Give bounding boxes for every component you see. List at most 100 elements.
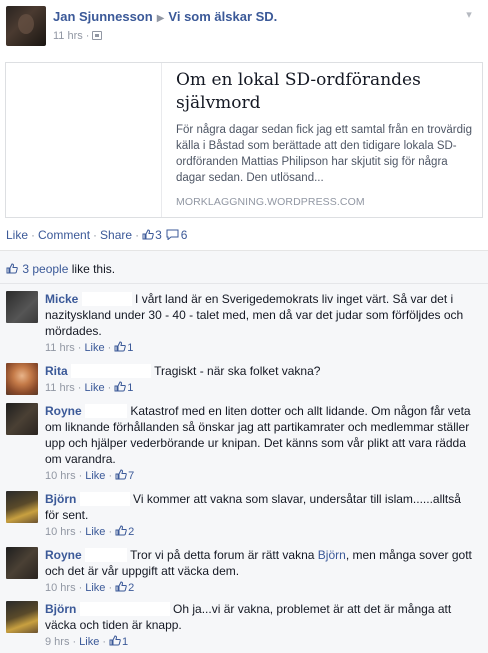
comment-text: Royne Tror vi på detta forum är rätt vak… — [45, 547, 477, 579]
comment-count[interactable]: 6 — [181, 228, 188, 242]
tagged-user-link[interactable]: Björn — [318, 548, 346, 562]
commenter-name[interactable]: Micke — [45, 292, 78, 306]
post-header: Jan Sjunnesson ▶ Vi som älskar SD. 11 hrs ·… — [0, 0, 488, 52]
likes-suffix: like this. — [71, 262, 116, 276]
comment-time[interactable]: 11 hrs — [45, 382, 75, 394]
redaction-box — [81, 292, 132, 306]
link-preview-card[interactable]: Om en lokal SD-ordförandes självmord För… — [5, 62, 483, 218]
commenter-avatar[interactable] — [6, 547, 38, 579]
comment-meta: 10 hrs · Like · 2 — [45, 581, 134, 594]
comment-like-count[interactable]: 7 — [128, 470, 134, 482]
dot-separator: · — [135, 228, 140, 242]
comment-like-button[interactable]: Like — [85, 526, 105, 538]
comment-time[interactable]: 9 hrs — [45, 636, 69, 648]
link-body: Om en lokal SD-ordförandes självmord För… — [176, 69, 476, 208]
link-thumbnail[interactable] — [6, 63, 162, 217]
thumbs-up-icon — [115, 581, 127, 592]
comment-meta: 9 hrs · Like · 1 — [45, 635, 128, 648]
commenter-avatar[interactable] — [6, 403, 38, 435]
like-button[interactable]: Like — [6, 228, 28, 242]
thumbs-up-icon — [109, 635, 121, 646]
commenter-name[interactable]: Björn — [45, 602, 76, 616]
link-title[interactable]: Om en lokal SD-ordförandes självmord — [176, 69, 476, 115]
likers-link[interactable]: 3 people — [22, 262, 68, 276]
commenter-name[interactable]: Rita — [45, 364, 68, 378]
comment-time[interactable]: 10 hrs — [45, 470, 76, 482]
comment-meta: 11 hrs · Like · 1 — [45, 341, 133, 354]
commenter-avatar[interactable] — [6, 601, 38, 633]
dot-separator: · — [102, 636, 106, 648]
redaction-box — [85, 404, 128, 418]
thumbs-up-icon — [115, 525, 127, 536]
comments-section: 3 people like this. Micke I vårt land är… — [0, 250, 488, 653]
redaction-box — [79, 492, 130, 506]
comment-bubble-icon[interactable] — [166, 229, 179, 240]
commenter-avatar[interactable] — [6, 491, 38, 523]
comment-like-count[interactable]: 1 — [127, 382, 133, 394]
link-domain: MORKLAGGNING.WORDPRESS.COM — [176, 196, 365, 208]
dot-separator: · — [78, 582, 83, 594]
commenter-avatar[interactable] — [6, 363, 38, 395]
comment-like-count[interactable]: 2 — [128, 582, 134, 594]
comment-time[interactable]: 10 hrs — [45, 526, 76, 538]
dot-separator: · — [31, 228, 36, 242]
comment-text: Björn Oh ja...vi är vakna, problemet är … — [45, 601, 477, 633]
comment-like-button[interactable]: Like — [85, 582, 105, 594]
dot-separator: · — [108, 526, 113, 538]
thumbs-up-icon[interactable] — [142, 229, 154, 240]
arrow-right-icon: ▶ — [156, 13, 165, 24]
comment-time[interactable]: 11 hrs — [45, 342, 75, 354]
post-meta: 11 hrs · — [53, 30, 103, 42]
dot-separator: · — [78, 526, 83, 538]
post-time[interactable]: 11 hrs — [53, 30, 83, 42]
comment-text: Royne Katastrof med en liten dotter och … — [45, 403, 477, 467]
author-name[interactable]: Jan Sjunnesson — [53, 9, 153, 24]
share-button[interactable]: Share — [100, 228, 132, 242]
thumbs-up-icon — [114, 341, 127, 352]
dot-separator: · — [107, 342, 112, 354]
dot-separator: · — [108, 582, 113, 594]
group-name[interactable]: Vi som älskar SD. — [168, 9, 277, 24]
redaction-box — [85, 548, 128, 562]
dot-separator: · — [108, 470, 113, 482]
likes-summary: 3 people like this. — [6, 262, 115, 276]
comment-body-start: Tror vi på detta forum är rätt vakna — [130, 548, 318, 562]
comment-like-button[interactable]: Like — [84, 342, 104, 354]
comment-like-button[interactable]: Like — [85, 470, 105, 482]
redaction-box — [79, 602, 170, 616]
dot-separator: · — [72, 636, 77, 648]
thumbs-up-icon — [6, 263, 18, 274]
author-line: Jan Sjunnesson ▶ Vi som älskar SD. — [53, 9, 277, 24]
comment-text: Rita Tragiskt - när ska folket vakna? — [45, 363, 477, 379]
meta-separator: · — [85, 30, 90, 42]
comment-body: Tragiskt - när ska folket vakna? — [154, 364, 321, 378]
chevron-down-icon[interactable]: ▾ — [462, 10, 476, 21]
comment-like-button[interactable]: Like — [79, 636, 99, 648]
comment-like-button[interactable]: Like — [84, 382, 104, 394]
comment-time[interactable]: 10 hrs — [45, 582, 76, 594]
commenter-name[interactable]: Björn — [45, 492, 76, 506]
comment-like-count[interactable]: 1 — [122, 636, 128, 648]
divider — [0, 283, 488, 284]
comment-button[interactable]: Comment — [38, 228, 90, 242]
link-description: För några dagar sedan fick jag ett samta… — [176, 124, 472, 184]
comment-like-count[interactable]: 2 — [128, 526, 134, 538]
comment-text: Björn Vi kommer att vakna som slavar, un… — [45, 491, 477, 523]
thumbs-up-icon — [114, 381, 127, 392]
like-count[interactable]: 3 — [155, 228, 162, 242]
redaction-box — [71, 364, 152, 378]
comment-meta: 10 hrs · Like · 2 — [45, 525, 134, 538]
dot-separator: · — [78, 470, 83, 482]
comment-like-count[interactable]: 1 — [127, 342, 133, 354]
commenter-name[interactable]: Royne — [45, 404, 82, 418]
dot-separator: · — [93, 228, 98, 242]
author-avatar[interactable] — [6, 6, 46, 46]
comment-meta: 10 hrs · Like · 7 — [45, 469, 134, 482]
comment-meta: 11 hrs · Like · 1 — [45, 381, 133, 394]
dot-separator: · — [107, 382, 112, 394]
dot-separator: · — [77, 342, 82, 354]
dot-separator: · — [77, 382, 82, 394]
commenter-name[interactable]: Royne — [45, 548, 82, 562]
commenter-avatar[interactable] — [6, 291, 38, 323]
audience-icon[interactable] — [92, 31, 103, 40]
